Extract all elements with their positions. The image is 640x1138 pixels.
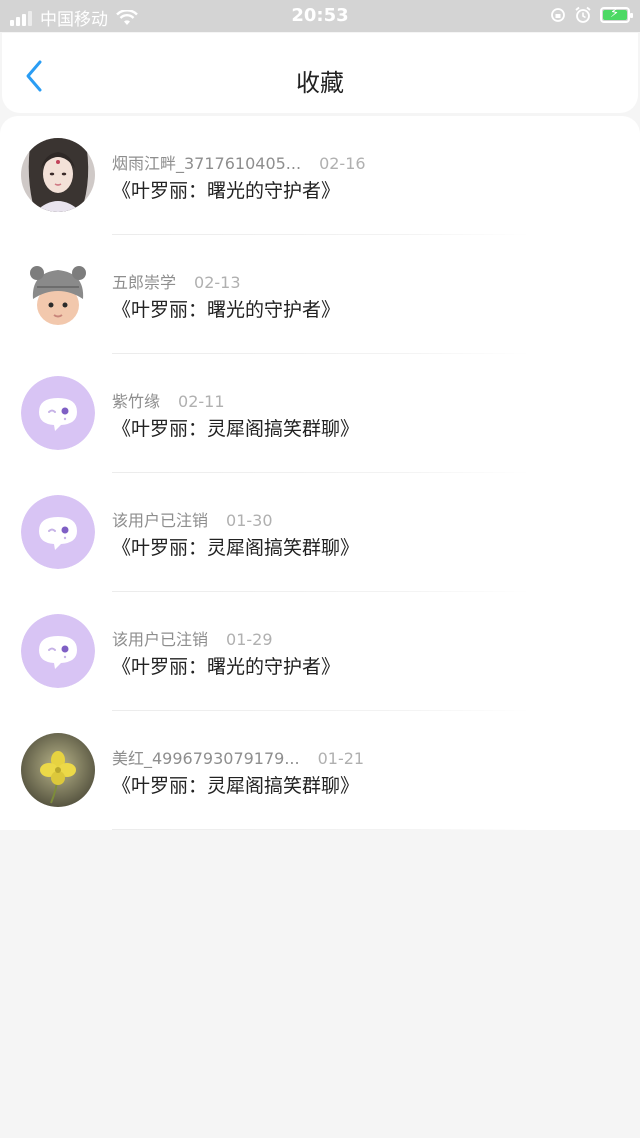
status-time: 20:53 xyxy=(291,5,349,26)
avatar[interactable] xyxy=(21,376,95,450)
orientation-lock-icon xyxy=(551,8,565,22)
username[interactable]: 紫竹缘 xyxy=(112,392,160,411)
item-date: 02-16 xyxy=(319,154,366,173)
list-item[interactable]: 紫竹缘 02-11 《叶罗丽：灵犀阁搞笑群聊》 xyxy=(0,354,640,473)
nav-header: 收藏 xyxy=(2,33,638,113)
avatar[interactable] xyxy=(21,257,95,331)
item-meta: 美红_4996793079179... 01-21 xyxy=(112,745,364,769)
item-meta: 烟雨江畔_3717610405... 02-16 xyxy=(112,150,366,174)
default-avatar-icon xyxy=(21,614,95,688)
item-date: 01-21 xyxy=(317,749,365,768)
status-right: ⚡ xyxy=(550,6,633,24)
avatar[interactable] xyxy=(21,733,95,807)
user-avatar-image xyxy=(21,257,95,331)
alarm-icon xyxy=(575,6,591,23)
item-date: 01-30 xyxy=(226,511,273,530)
item-title[interactable]: 《叶罗丽：灵犀阁搞笑群聊》 xyxy=(112,414,359,441)
username[interactable]: 美红_4996793079179... xyxy=(112,749,300,768)
divider xyxy=(112,829,530,830)
status-bar: 中国移动 20:53 ⚡ xyxy=(0,0,640,32)
item-title[interactable]: 《叶罗丽：曙光的守护者》 xyxy=(112,295,340,322)
username[interactable]: 该用户已注销 xyxy=(112,511,208,530)
username[interactable]: 烟雨江畔_3717610405... xyxy=(112,154,301,173)
item-meta: 该用户已注销 01-30 xyxy=(112,507,273,531)
list-item[interactable]: 美红_4996793079179... 01-21 《叶罗丽：灵犀阁搞笑群聊》 xyxy=(0,711,640,830)
user-avatar-image xyxy=(21,733,95,807)
item-meta: 五郎崇学 02-13 xyxy=(112,269,241,293)
username[interactable]: 五郎崇学 xyxy=(112,273,176,292)
default-avatar-icon xyxy=(21,376,95,450)
list-item[interactable]: 烟雨江畔_3717610405... 02-16 《叶罗丽：曙光的守护者》 xyxy=(0,116,640,235)
user-avatar-image xyxy=(21,138,95,212)
item-date: 02-11 xyxy=(178,392,225,411)
item-date: 01-29 xyxy=(226,630,273,649)
avatar[interactable] xyxy=(21,138,95,212)
favorites-list: 烟雨江畔_3717610405... 02-16 《叶罗丽：曙光的守护者》 五郎崇… xyxy=(0,116,640,830)
list-item[interactable]: 该用户已注销 01-30 《叶罗丽：灵犀阁搞笑群聊》 xyxy=(0,473,640,592)
avatar[interactable] xyxy=(21,495,95,569)
avatar[interactable] xyxy=(21,614,95,688)
battery-icon: ⚡ xyxy=(600,6,633,23)
page-title: 收藏 xyxy=(296,69,344,97)
item-title[interactable]: 《叶罗丽：曙光的守护者》 xyxy=(112,652,340,679)
item-title[interactable]: 《叶罗丽：灵犀阁搞笑群聊》 xyxy=(112,533,359,560)
item-title[interactable]: 《叶罗丽：曙光的守护者》 xyxy=(112,176,340,203)
item-title[interactable]: 《叶罗丽：灵犀阁搞笑群聊》 xyxy=(112,771,359,798)
list-item[interactable]: 该用户已注销 01-29 《叶罗丽：曙光的守护者》 xyxy=(0,592,640,711)
username[interactable]: 该用户已注销 xyxy=(112,630,208,649)
charging-icon: ⚡ xyxy=(610,6,620,21)
list-item[interactable]: 五郎崇学 02-13 《叶罗丽：曙光的守护者》 xyxy=(0,235,640,354)
default-avatar-icon xyxy=(21,495,95,569)
item-meta: 紫竹缘 02-11 xyxy=(112,388,225,412)
item-meta: 该用户已注销 01-29 xyxy=(112,626,273,650)
item-date: 02-13 xyxy=(194,273,241,292)
